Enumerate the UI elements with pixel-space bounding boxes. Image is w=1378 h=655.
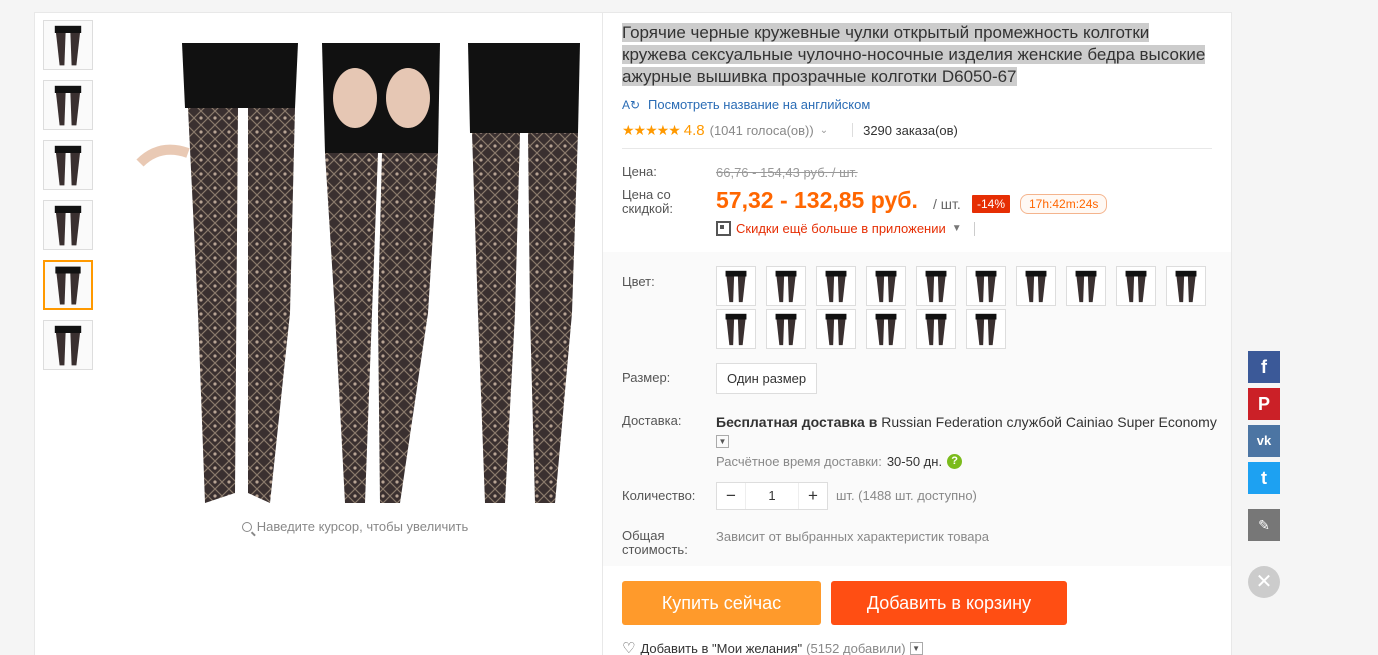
orders-count: 3290 заказа(ов) bbox=[863, 122, 958, 138]
size-label: Размер: bbox=[622, 370, 671, 385]
shipping-info: Бесплатная доставка в Russian Federation… bbox=[716, 413, 1226, 449]
countdown-timer: 17h:42m:24s bbox=[1020, 194, 1108, 214]
shipping-label: Доставка: bbox=[622, 413, 682, 428]
zoom-hint-text: Наведите курсор, чтобы увеличить bbox=[256, 519, 469, 534]
thumbnail-image[interactable] bbox=[43, 260, 93, 310]
thumbnail-list bbox=[43, 20, 93, 380]
color-swatch[interactable] bbox=[766, 309, 806, 349]
discount-price-label: Цена со скидкой: bbox=[622, 187, 673, 216]
divider bbox=[622, 148, 1212, 149]
color-swatch[interactable] bbox=[1166, 266, 1206, 306]
color-label: Цвет: bbox=[622, 274, 655, 289]
caret-down-icon: ▼ bbox=[951, 223, 962, 234]
thumbnail-image[interactable] bbox=[43, 200, 93, 250]
help-icon[interactable]: ? bbox=[947, 454, 963, 469]
color-swatch[interactable] bbox=[716, 309, 756, 349]
close-icon[interactable]: ✕ bbox=[1248, 566, 1280, 598]
discount-badge: -14% bbox=[972, 195, 1011, 213]
rating-row: ★★★★★ 4.8 (1041 голоса(ов)) ⌄ 3290 заказ… bbox=[622, 121, 958, 139]
color-swatch[interactable] bbox=[866, 266, 906, 306]
color-swatch[interactable] bbox=[866, 309, 906, 349]
vk-share-button[interactable]: vk bbox=[1248, 425, 1280, 457]
color-swatch[interactable] bbox=[916, 309, 956, 349]
total-value: Зависит от выбранных характеристик товар… bbox=[716, 529, 989, 544]
app-deal-text: Скидки ещё больше в приложении bbox=[736, 221, 946, 236]
app-deal-link[interactable]: Скидки ещё больше в приложении ▼ bbox=[716, 221, 975, 236]
total-label: Общая стоимость: bbox=[622, 528, 688, 557]
edit-icon[interactable]: ✎ bbox=[1248, 509, 1280, 541]
color-swatch[interactable] bbox=[916, 266, 956, 306]
star-rating-icon: ★★★★★ bbox=[622, 121, 681, 138]
available-quantity: шт. (1488 шт. доступно) bbox=[836, 488, 977, 503]
rating-value: 4.8 bbox=[683, 121, 705, 139]
chevron-down-icon[interactable]: ▼ bbox=[716, 434, 729, 448]
add-to-cart-button[interactable]: Добавить в корзину bbox=[831, 581, 1067, 625]
color-swatches bbox=[716, 266, 1216, 352]
wishlist-text: Добавить в "Мои желания" bbox=[640, 640, 803, 655]
translate-link-text: Посмотреть название на английском bbox=[648, 97, 871, 112]
thumbnail-image[interactable] bbox=[43, 80, 93, 130]
qr-code-icon bbox=[716, 221, 731, 236]
color-swatch[interactable] bbox=[966, 266, 1006, 306]
wishlist-link[interactable]: ♡ Добавить в "Мои желания" (5152 добавил… bbox=[622, 639, 923, 655]
buy-now-button[interactable]: Купить сейчас bbox=[622, 581, 821, 625]
color-swatch[interactable] bbox=[1016, 266, 1056, 306]
heart-icon: ♡ bbox=[622, 640, 636, 655]
color-swatch[interactable] bbox=[816, 309, 856, 349]
size-option-button[interactable]: Один размер bbox=[716, 363, 818, 394]
chevron-down-icon[interactable]: ▼ bbox=[909, 641, 923, 655]
divider bbox=[852, 123, 854, 137]
translate-link[interactable]: A↻ Посмотреть название на английском bbox=[622, 97, 870, 112]
quantity-stepper: − 1 + bbox=[716, 482, 828, 510]
main-product-image[interactable] bbox=[110, 13, 600, 513]
shipping-method-text: Russian Federation службой Cainiao Super… bbox=[877, 414, 1217, 430]
divider bbox=[973, 221, 975, 236]
chevron-down-icon[interactable]: ⌄ bbox=[820, 125, 828, 136]
product-page: Наведите курсор, чтобы увеличить Горячие… bbox=[0, 0, 1378, 655]
eta-label: Расчётное время доставки: bbox=[716, 454, 882, 469]
color-swatch[interactable] bbox=[716, 266, 756, 306]
quantity-label: Количество: bbox=[622, 488, 696, 503]
wishlist-count: (5152 добавили) bbox=[806, 640, 906, 655]
product-photo bbox=[136, 43, 580, 503]
votes-count[interactable]: (1041 голоса(ов)) bbox=[710, 123, 814, 138]
delivery-eta: Расчётное время доставки: 30-50 дн. ? bbox=[716, 454, 963, 469]
price-label: Цена: bbox=[622, 164, 657, 179]
per-unit: / шт. bbox=[933, 196, 961, 212]
color-swatch[interactable] bbox=[816, 266, 856, 306]
color-swatch[interactable] bbox=[966, 309, 1006, 349]
thumbnail-image[interactable] bbox=[43, 320, 93, 370]
facebook-share-button[interactable]: f bbox=[1248, 351, 1280, 383]
twitter-share-button[interactable]: t bbox=[1248, 462, 1280, 494]
thumbnail-image[interactable] bbox=[43, 20, 93, 70]
old-price: 66,76 - 154,43 руб. / шт. bbox=[716, 165, 858, 180]
increase-button[interactable]: + bbox=[799, 483, 827, 509]
thumbnail-image[interactable] bbox=[43, 140, 93, 190]
translate-icon: A↻ bbox=[622, 98, 641, 112]
color-swatch[interactable] bbox=[1066, 266, 1106, 306]
quantity-input[interactable]: 1 bbox=[745, 483, 799, 509]
discount-price: 57,32 - 132,85 руб. bbox=[716, 187, 918, 213]
free-shipping-text: Бесплатная доставка в bbox=[716, 414, 878, 430]
color-swatch[interactable] bbox=[1116, 266, 1156, 306]
decrease-button[interactable]: − bbox=[717, 483, 745, 509]
product-title-text: Горячие черные кружевные чулки открытый … bbox=[622, 23, 1206, 86]
magnifier-icon bbox=[241, 522, 252, 532]
pinterest-share-button[interactable]: P bbox=[1248, 388, 1280, 420]
color-swatch[interactable] bbox=[766, 266, 806, 306]
product-title: Горячие черные кружевные чулки открытый … bbox=[622, 22, 1218, 88]
eta-value: 30-50 дн. bbox=[886, 454, 943, 469]
zoom-hint: Наведите курсор, чтобы увеличить bbox=[110, 519, 600, 534]
